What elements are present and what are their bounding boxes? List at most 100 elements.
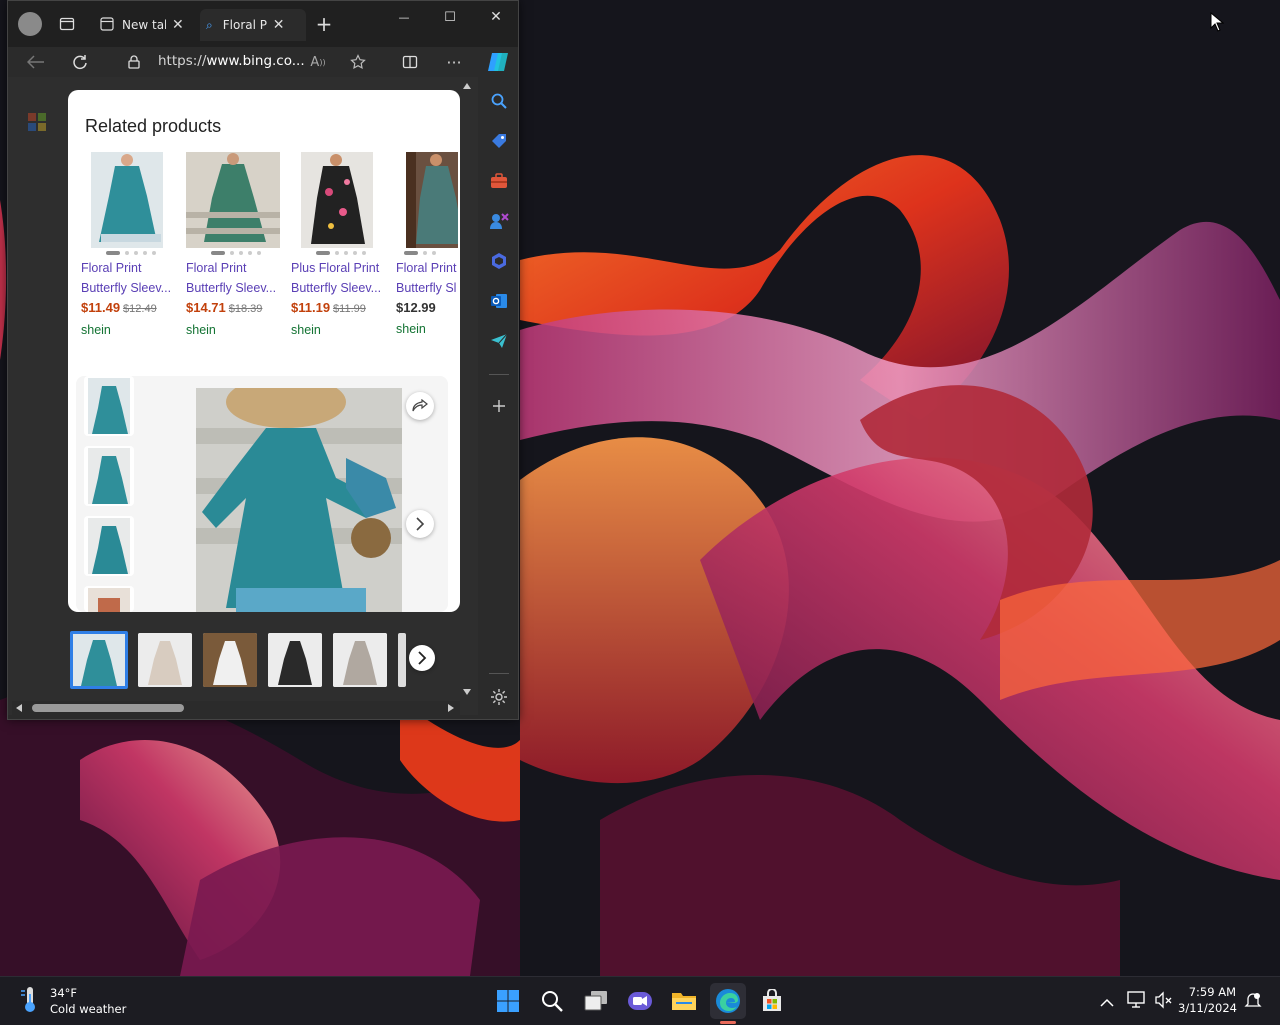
drop-send-icon[interactable] <box>485 327 513 355</box>
image-gallery <box>76 376 448 612</box>
lock-icon[interactable] <box>120 49 148 75</box>
back-arrow-icon[interactable] <box>22 49 50 75</box>
maximize-button[interactable]: ☐ <box>436 5 464 29</box>
strip-thumbnail-selected[interactable] <box>70 631 128 689</box>
carousel-dots <box>81 248 181 258</box>
gallery-thumbnail[interactable] <box>84 446 134 506</box>
network-icon[interactable] <box>1127 991 1147 1013</box>
product-image[interactable] <box>396 152 458 248</box>
product-name[interactable]: Butterfly Sleev... <box>81 278 181 298</box>
notification-bell-icon[interactable] <box>1244 991 1262 1013</box>
strip-thumbnail[interactable] <box>138 633 192 687</box>
vertical-scrollbar[interactable] <box>460 77 474 701</box>
tab-close-icon[interactable]: ✕ <box>172 17 184 33</box>
teams-chat-icon[interactable] <box>622 983 658 1019</box>
chevron-right-icon[interactable] <box>406 510 434 538</box>
main-product-image[interactable] <box>196 388 402 612</box>
games-icon[interactable] <box>485 207 513 235</box>
gallery-thumbnail[interactable] <box>84 376 134 436</box>
profile-avatar[interactable] <box>18 12 42 36</box>
scroll-right-icon[interactable] <box>448 704 454 712</box>
gallery-thumbnail[interactable] <box>84 586 134 612</box>
shopping-tag-icon[interactable] <box>485 127 513 155</box>
tab-floral-print[interactable]: ⌕ Floral Print ✕ <box>200 9 306 41</box>
product-name[interactable]: Floral Print <box>81 258 181 278</box>
more-options-button[interactable]: ··· <box>440 49 468 75</box>
product-seller[interactable]: shein <box>396 318 458 340</box>
price-value: $11.49 <box>81 300 121 315</box>
product-seller[interactable]: shein <box>186 319 286 341</box>
tools-briefcase-icon[interactable] <box>485 167 513 195</box>
weather-widget[interactable]: 34°F Cold weather <box>18 985 126 1017</box>
new-tab-button[interactable]: + <box>312 11 336 37</box>
product-name[interactable]: Butterfly Sl <box>396 278 458 298</box>
microsoft-365-icon[interactable] <box>485 247 513 275</box>
microsoft-store-icon[interactable] <box>754 983 790 1019</box>
settings-gear-icon[interactable] <box>485 683 513 711</box>
file-explorer-icon[interactable] <box>666 983 702 1019</box>
scroll-left-icon[interactable] <box>16 704 22 712</box>
scroll-down-icon[interactable] <box>463 689 471 695</box>
tab-new-tab[interactable]: New tab ✕ <box>94 9 198 41</box>
product-price: $14.71 $18.39 <box>186 298 286 319</box>
volume-muted-icon[interactable] <box>1154 991 1172 1013</box>
bing-search-icon: ⌕ <box>206 17 213 32</box>
old-price: $18.39 <box>228 303 263 315</box>
outlook-icon[interactable] <box>485 287 513 315</box>
tab-title: Floral Print <box>222 18 267 32</box>
taskbar-search-icon[interactable] <box>534 983 570 1019</box>
add-plus-icon[interactable] <box>485 392 513 420</box>
product-image[interactable] <box>81 152 181 248</box>
strip-thumbnail[interactable] <box>268 633 322 687</box>
strip-thumbnail[interactable] <box>203 633 257 687</box>
chevron-right-icon[interactable] <box>409 645 435 671</box>
product-name[interactable]: Floral Print <box>396 258 458 278</box>
product-seller[interactable]: shein <box>81 319 181 341</box>
product-card[interactable]: Floral Print Butterfly Sl $12.99 shein <box>396 152 458 340</box>
close-window-button[interactable]: ✕ <box>482 5 510 29</box>
product-name[interactable]: Butterfly Sleev... <box>291 278 391 298</box>
scroll-up-icon[interactable] <box>463 83 471 89</box>
task-view-icon[interactable] <box>578 983 614 1019</box>
carousel-dots <box>396 248 458 258</box>
read-aloud-icon[interactable]: A)) <box>304 49 332 75</box>
minimize-button[interactable]: — <box>390 5 418 29</box>
url-scheme: https:// <box>158 53 207 69</box>
product-image[interactable] <box>186 152 286 248</box>
product-name[interactable]: Floral Print <box>186 258 286 278</box>
split-screen-icon[interactable] <box>396 49 424 75</box>
copilot-icon[interactable] <box>484 49 512 75</box>
carousel-dots <box>186 248 286 258</box>
product-card[interactable]: Floral Print Butterfly Sleev... $14.71 $1… <box>186 152 286 341</box>
share-icon[interactable] <box>406 392 434 420</box>
product-name[interactable]: Butterfly Sleev... <box>186 278 286 298</box>
product-image[interactable] <box>291 152 391 248</box>
chevron-up-icon[interactable] <box>1100 993 1114 1012</box>
price-value: $11.19 <box>291 300 331 315</box>
carousel-dots <box>291 248 391 258</box>
image-thumbnail-strip <box>70 629 470 691</box>
edge-taskbar-icon[interactable] <box>710 983 746 1024</box>
navigation-toolbar: https://www.bing.co... A)) ··· <box>8 47 518 77</box>
favorite-star-icon[interactable] <box>344 49 372 75</box>
product-name[interactable]: Plus Floral Print <box>291 258 391 278</box>
start-windows-icon[interactable] <box>490 983 526 1019</box>
gallery-thumbnail[interactable] <box>84 516 134 576</box>
scroll-thumb[interactable] <box>32 704 184 712</box>
product-card[interactable]: Plus Floral Print Butterfly Sleev... $11… <box>291 152 391 341</box>
tab-close-icon[interactable]: ✕ <box>273 17 285 33</box>
strip-thumbnail[interactable] <box>398 633 406 687</box>
refresh-icon[interactable] <box>66 49 94 75</box>
tab-actions-icon[interactable] <box>56 13 78 35</box>
search-icon[interactable] <box>485 87 513 115</box>
product-card[interactable]: Floral Print Butterfly Sleev... $11.49 $1… <box>81 152 181 341</box>
strip-thumbnail[interactable] <box>333 633 387 687</box>
tab-bar: New tab ✕ ⌕ Floral Print ✕ + — ☐ ✕ <box>8 1 518 47</box>
system-clock[interactable]: 7:59 AM 3/11/2024 <box>1178 984 1237 1016</box>
old-price: $12.49 <box>123 303 157 315</box>
sidebar-divider <box>489 374 509 375</box>
product-seller[interactable]: shein <box>291 319 391 341</box>
page-content: Related products Floral Print Butterfly … <box>8 77 478 715</box>
horizontal-scrollbar[interactable] <box>12 701 460 715</box>
tab-title: New tab <box>122 18 166 32</box>
